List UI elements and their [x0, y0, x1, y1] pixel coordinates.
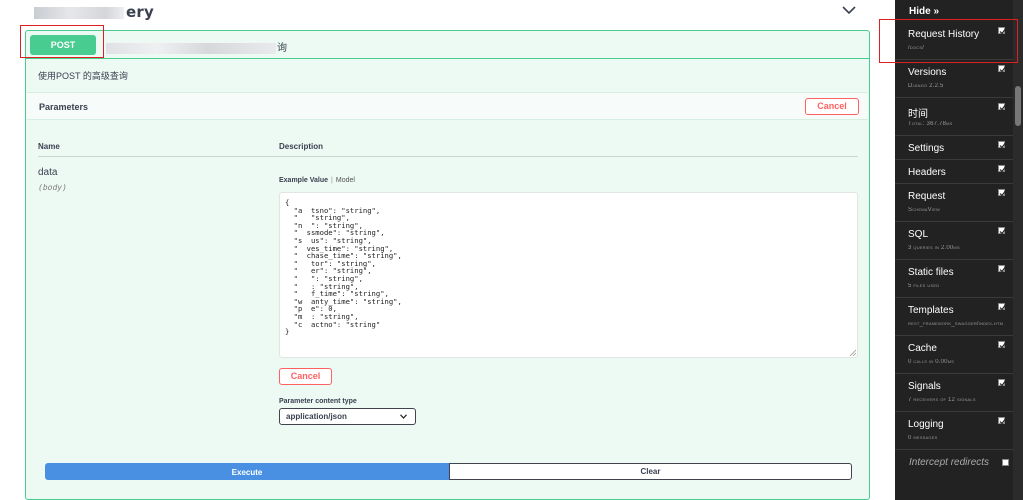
clear-button[interactable]: Clear — [449, 463, 852, 480]
checkbox-checked-icon[interactable] — [998, 103, 1006, 111]
intercept-redirects-label: Intercept redirects — [909, 457, 990, 468]
chevron-down-icon[interactable] — [841, 4, 857, 16]
tab-model[interactable]: Model — [336, 177, 355, 184]
checkbox-checked-icon[interactable] — [998, 165, 1006, 173]
checkbox-checked-icon[interactable] — [998, 417, 1006, 425]
hide-toolbar-link[interactable]: Hide » — [909, 6, 939, 17]
resize-grip-icon[interactable] — [849, 349, 856, 356]
panel-sql[interactable]: SQL 3 queries in 2.00ms — [895, 222, 1013, 260]
panel-versions[interactable]: Versions Django 2.2.5 — [895, 60, 1013, 98]
operation-block: POST 询 使用POST 的高级查询 Parameters Cancel Na… — [25, 30, 870, 500]
operation-summary[interactable]: POST 询 — [26, 31, 869, 59]
panel-headers[interactable]: Headers — [895, 160, 1013, 184]
col-description-header: Description — [279, 142, 324, 151]
parameters-header: Parameters Cancel — [27, 92, 868, 120]
try-out-cancel-button[interactable]: Cancel — [805, 98, 859, 115]
body-textarea[interactable]: { "a tsno": "string", " "string", "n ": … — [279, 192, 858, 358]
tab-separator: | — [331, 177, 333, 184]
content-type-label: Parameter content type — [279, 398, 357, 405]
checkbox-checked-icon[interactable] — [998, 227, 1006, 235]
checkbox-checked-icon[interactable] — [998, 341, 1006, 349]
checkbox-unchecked-icon[interactable] — [1002, 459, 1009, 466]
panel-request-history[interactable]: Request History /docs/ — [895, 22, 1013, 60]
section-title[interactable]: ery — [34, 3, 154, 21]
method-badge: POST — [30, 35, 96, 55]
panel-static-files[interactable]: Static files 5 files used — [895, 260, 1013, 298]
swagger-main: ery POST 询 使用POST 的高级查询 Parameters Cance… — [0, 0, 893, 500]
chevron-down-icon — [400, 414, 407, 419]
example-model-tabs: Example Value | Model — [279, 177, 355, 184]
panel-request[interactable]: Request SchemaView — [895, 184, 1013, 222]
panel-settings[interactable]: Settings — [895, 136, 1013, 160]
panel-logging[interactable]: Logging 0 messages — [895, 412, 1013, 450]
parameters-title: Parameters — [39, 102, 89, 112]
param-location: (body) — [38, 183, 67, 192]
scrollbar-track[interactable] — [1013, 0, 1023, 500]
execute-button[interactable]: Execute — [45, 463, 449, 480]
checkbox-checked-icon[interactable] — [998, 303, 1006, 311]
panel-cache[interactable]: Cache 0 calls in 0.00ms — [895, 336, 1013, 374]
example-json[interactable]: { "a tsno": "string", " "string", "n ": … — [280, 193, 857, 336]
operation-path: 询 — [106, 39, 287, 54]
checkbox-checked-icon[interactable] — [998, 265, 1006, 273]
scrollbar-thumb[interactable] — [1015, 86, 1021, 126]
debug-toolbar: Hide » Request History /docs/ Versions D… — [895, 0, 1013, 500]
checkbox-checked-icon[interactable] — [998, 379, 1006, 387]
col-name-header: Name — [38, 142, 60, 151]
checkbox-checked-icon[interactable] — [998, 189, 1006, 197]
panel-templates[interactable]: Templates rest_framework_swagger/index.h… — [895, 298, 1013, 336]
tab-example-value[interactable]: Example Value — [279, 177, 328, 184]
operation-description: 使用POST 的高级查询 — [38, 71, 128, 81]
param-name: data — [38, 167, 58, 178]
blurred-text — [34, 6, 124, 19]
body-cancel-button[interactable]: Cancel — [279, 368, 332, 385]
checkbox-checked-icon[interactable] — [998, 141, 1006, 149]
content-type-select[interactable]: application/json — [279, 408, 416, 425]
header-divider — [38, 156, 858, 157]
panel-time[interactable]: 时间 Total: 367.78ms — [895, 98, 1013, 136]
blurred-text — [106, 42, 276, 54]
checkbox-checked-icon[interactable] — [998, 27, 1006, 35]
checkbox-checked-icon[interactable] — [998, 65, 1006, 73]
panel-signals[interactable]: Signals 7 receivers of 12 signals — [895, 374, 1013, 412]
